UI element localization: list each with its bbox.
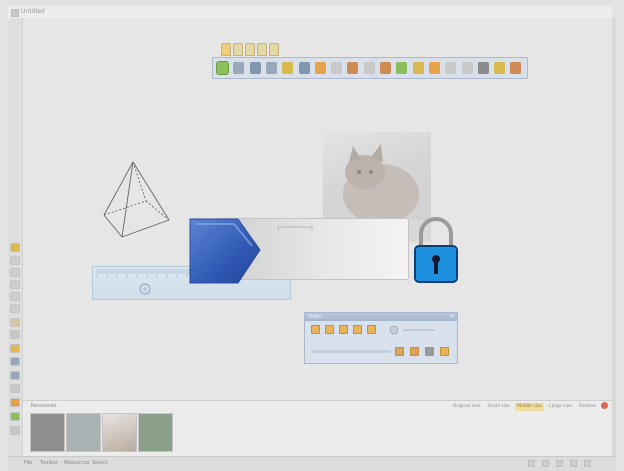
blue-arrow-shape[interactable] — [186, 216, 262, 286]
size-tab[interactable]: Original size — [451, 403, 483, 411]
thumb-dark-grey[interactable] — [30, 413, 65, 452]
status-item-file[interactable]: File — [24, 460, 32, 466]
toolbar-tab-tab-3[interactable] — [245, 43, 255, 56]
page-icon[interactable] — [10, 243, 20, 252]
app-icon — [11, 9, 19, 17]
size-tab[interactable]: Middle size — [515, 403, 545, 411]
scissors-icon[interactable] — [233, 62, 245, 74]
shapes-icon[interactable] — [412, 62, 424, 74]
calendar-icon[interactable] — [10, 280, 20, 289]
eraser-icon[interactable] — [445, 62, 457, 74]
undo-icon[interactable] — [347, 62, 359, 74]
text-icon[interactable] — [10, 344, 20, 353]
person-icon[interactable] — [10, 318, 20, 327]
monitor-icon[interactable] — [542, 460, 549, 467]
thumb-grey-blue[interactable] — [66, 413, 101, 452]
padlock-icon[interactable] — [413, 216, 459, 286]
status-item-toolbar[interactable]: Toolbar — [40, 460, 58, 466]
right-frame — [612, 18, 616, 456]
zoom-icon[interactable] — [10, 371, 20, 380]
strip-label: Resources — [31, 403, 57, 409]
drawing-toolbar — [212, 57, 528, 79]
pin-icon[interactable] — [396, 62, 408, 74]
stop-icon[interactable] — [339, 325, 348, 334]
film-icon[interactable] — [425, 347, 434, 356]
toolbar-tab-tab-2[interactable] — [233, 43, 243, 56]
camera-icon[interactable] — [556, 460, 563, 467]
blank-icon[interactable] — [10, 304, 20, 313]
seek-slider[interactable] — [311, 350, 391, 353]
puzzle-icon[interactable] — [10, 398, 20, 407]
status-bar: File Toolbar Resources Select — [8, 456, 616, 471]
window-title: Untitled — [21, 8, 45, 15]
close-icon[interactable] — [601, 402, 608, 409]
highlighter-icon[interactable] — [282, 62, 294, 74]
blank-icon[interactable] — [10, 292, 20, 301]
pencil-icon[interactable] — [249, 62, 261, 74]
fullscreen-icon[interactable] — [440, 347, 449, 356]
info-icon[interactable] — [10, 330, 20, 339]
pyramid-drawing[interactable] — [100, 160, 180, 240]
toolbar-tab-tab-4[interactable] — [257, 43, 267, 56]
close-icon[interactable]: × — [450, 313, 455, 321]
add-icon[interactable] — [10, 412, 20, 421]
magic-wand-icon[interactable] — [314, 62, 326, 74]
select-arrow-icon[interactable] — [216, 61, 229, 75]
camera-icon[interactable] — [477, 62, 489, 74]
media-player: Video × — [304, 312, 458, 364]
volume-slider[interactable] — [389, 325, 439, 335]
grid-icon[interactable] — [528, 460, 535, 467]
person-icon[interactable] — [395, 347, 404, 356]
hand-icon[interactable] — [10, 384, 20, 393]
size-tab[interactable]: Large size — [547, 403, 574, 411]
paint-bucket-icon[interactable] — [428, 62, 440, 74]
rewind-icon[interactable] — [353, 325, 362, 334]
toolbar-tab-main[interactable] — [221, 43, 231, 56]
pen-icon[interactable] — [265, 62, 277, 74]
pause-icon[interactable] — [325, 325, 334, 334]
settings-icon[interactable] — [584, 460, 591, 467]
forward-icon[interactable] — [367, 325, 376, 334]
search-icon[interactable] — [10, 357, 20, 366]
shape-icon[interactable] — [10, 426, 20, 435]
pointer-icon[interactable] — [331, 62, 343, 74]
size-tab[interactable]: Small size — [485, 403, 512, 411]
download-icon[interactable] — [410, 347, 419, 356]
thumb-kitten[interactable] — [102, 413, 137, 452]
play-icon[interactable] — [311, 325, 320, 334]
size-tab[interactable]: Restore — [577, 403, 598, 411]
toolbar-tab-tab-5[interactable] — [269, 43, 279, 56]
app-window: Untitled Video × Resources Original size… — [0, 0, 624, 471]
grid-icon[interactable] — [10, 256, 20, 265]
player-header: Video × — [305, 313, 457, 321]
size-tabs: Original size Small size Middle size Large … — [448, 402, 608, 411]
folder-icon[interactable] — [494, 62, 506, 74]
thumb-green[interactable] — [138, 413, 173, 452]
status-item-resources[interactable]: Resources — [64, 460, 90, 466]
redo-icon[interactable] — [363, 62, 375, 74]
ruler-pen-icon[interactable] — [298, 62, 310, 74]
status-item-select[interactable]: Select — [92, 460, 107, 466]
player-title: Video — [308, 314, 323, 320]
screen-icon[interactable] — [461, 62, 473, 74]
settings-icon[interactable] — [510, 62, 522, 74]
hand-icon[interactable] — [10, 268, 20, 277]
pen-icon[interactable] — [570, 460, 577, 467]
resource-strip: Resources Original size Small size Middle … — [23, 400, 612, 457]
text-icon[interactable] — [380, 62, 391, 74]
